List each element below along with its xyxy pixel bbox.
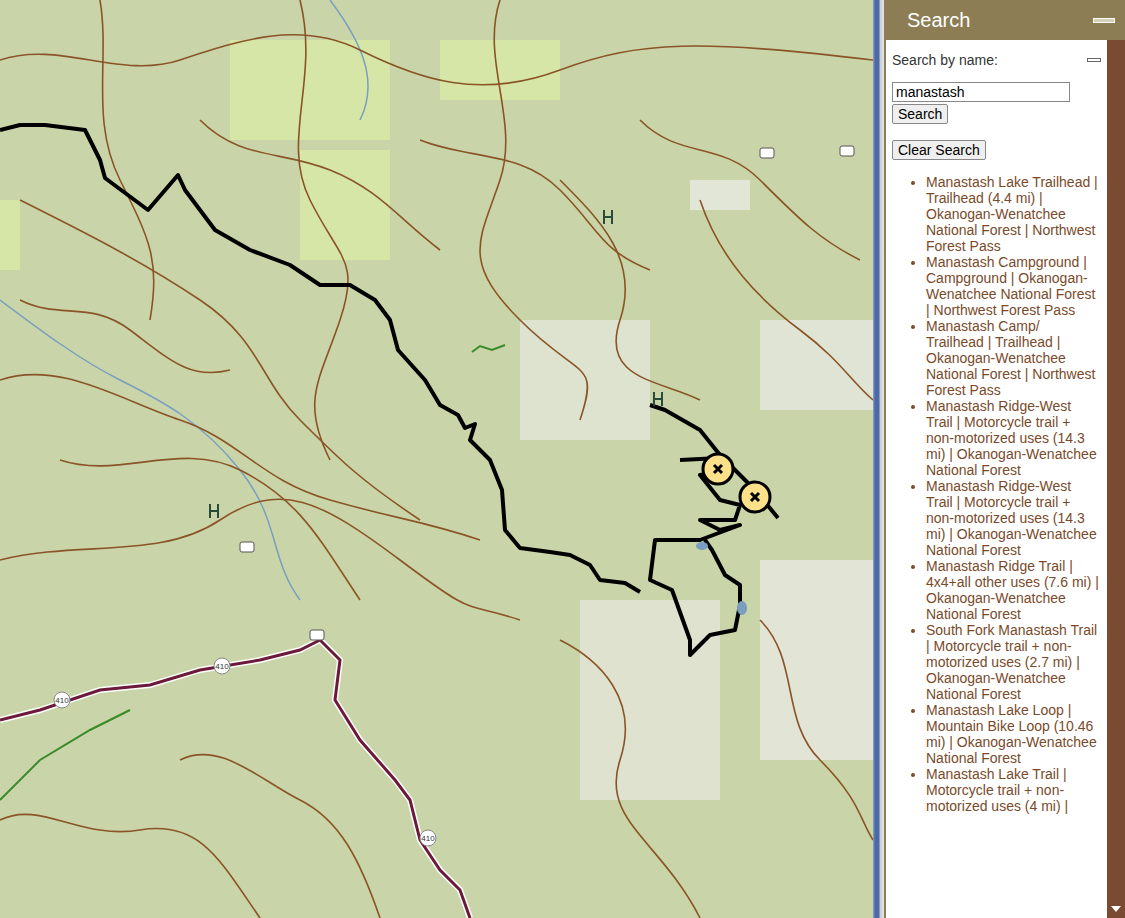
campground-icon[interactable] [240, 542, 254, 552]
search-label-row: Search by name: [892, 52, 1101, 68]
forest-road[interactable] [0, 499, 520, 620]
route-shield: 410 [420, 830, 436, 846]
panel-title: Search [907, 9, 970, 32]
lake [737, 601, 747, 615]
route-shield: 410 [54, 692, 70, 708]
forest-road[interactable] [700, 200, 873, 400]
route-shield: 410 [214, 658, 230, 674]
forest-road[interactable] [60, 458, 360, 600]
map[interactable]: 410 410 410 [0, 0, 873, 918]
forest-road[interactable] [420, 140, 650, 270]
river [0, 300, 300, 600]
green-trail[interactable] [472, 345, 505, 352]
clear-search-button[interactable]: Clear Search [892, 140, 986, 160]
green-trail[interactable] [0, 710, 130, 800]
land-patch [760, 560, 873, 760]
forest-road[interactable] [560, 640, 700, 918]
search-input[interactable] [892, 82, 1070, 102]
forest-road[interactable] [180, 755, 380, 918]
forest-road[interactable] [20, 300, 230, 373]
result-item[interactable]: Manastash Ridge-West Trail | Motorcycle … [926, 398, 1101, 478]
svg-text:410: 410 [55, 696, 69, 705]
forest-road[interactable] [298, 0, 348, 460]
forest-road[interactable] [200, 120, 440, 250]
panel-body: Search by name: Search Clear Search Manasta… [884, 40, 1125, 918]
land-patch [760, 320, 873, 410]
forest-road[interactable] [0, 375, 480, 540]
scrollbar[interactable] [1107, 40, 1125, 918]
highlighted-trail[interactable] [650, 405, 778, 518]
result-item[interactable]: Manastash Lake Loop | Mountain Bike Loop… [926, 702, 1101, 766]
lake [696, 542, 708, 550]
search-label: Search by name: [892, 52, 998, 68]
forest-road[interactable] [100, 0, 154, 320]
campground-icon[interactable] [310, 630, 324, 640]
result-item[interactable]: Manastash Lake Trail | Motorcycle trail … [926, 766, 1101, 814]
highway[interactable] [0, 640, 470, 918]
land-patch [690, 180, 750, 210]
result-item[interactable]: Manastash Ridge Trail | 4x4+all other us… [926, 558, 1101, 622]
svg-text:410: 410 [215, 662, 229, 671]
result-item[interactable]: Manastash Camp/ Trailhead | Trailhead | … [926, 318, 1101, 398]
result-marker-icon[interactable] [703, 454, 733, 484]
search-button[interactable]: Search [892, 104, 948, 124]
land-patch [300, 150, 390, 260]
trailhead-icon[interactable] [604, 210, 612, 224]
campground-icon[interactable] [840, 146, 854, 156]
collapse-icon[interactable] [1093, 18, 1115, 23]
highway-casing [0, 640, 470, 918]
svg-text:410: 410 [421, 834, 435, 843]
forest-road[interactable] [640, 120, 860, 260]
result-item[interactable]: Manastash Lake Trailhead | Trailhead (4.… [926, 174, 1101, 254]
forest-road[interactable] [480, 0, 588, 420]
result-item[interactable]: Manastash Campground | Campground | Okan… [926, 254, 1101, 318]
map-canvas[interactable]: 410 410 410 [0, 0, 873, 918]
minimize-icon[interactable] [1087, 58, 1101, 62]
result-item[interactable]: Manastash Ridge-West Trail | Motorcycle … [926, 478, 1101, 558]
results-list: Manastash Lake Trailhead | Trailhead (4.… [892, 174, 1101, 814]
map-app: 410 410 410 Search Search by name: Search Clea… [0, 0, 1125, 918]
river [330, 0, 368, 120]
result-item[interactable]: South Fork Manastash Trail | Motorcycle … [926, 622, 1101, 702]
forest-road[interactable] [760, 620, 873, 840]
search-content: Search by name: Search Clear Search Manasta… [886, 40, 1107, 918]
panel-divider [873, 0, 884, 918]
campground-icon[interactable] [760, 148, 774, 158]
highlighted-trail[interactable] [650, 458, 740, 655]
land-patch [230, 40, 390, 140]
highlighted-trail[interactable] [0, 125, 640, 592]
map-ground [0, 0, 873, 918]
trailhead-icon[interactable] [210, 504, 218, 518]
result-marker-icon[interactable] [740, 482, 770, 512]
scrollbar-thumb[interactable] [1107, 40, 1125, 610]
land-patch [580, 600, 720, 800]
forest-road[interactable] [0, 814, 260, 918]
forest-road[interactable] [0, 35, 873, 85]
search-panel: Search Search by name: Search Clear Search M… [884, 0, 1125, 918]
panel-header: Search [884, 0, 1125, 40]
trailhead-icon[interactable] [654, 392, 662, 406]
scroll-down-icon[interactable] [1111, 906, 1121, 912]
land-patch [0, 200, 20, 270]
forest-road[interactable] [20, 200, 420, 520]
